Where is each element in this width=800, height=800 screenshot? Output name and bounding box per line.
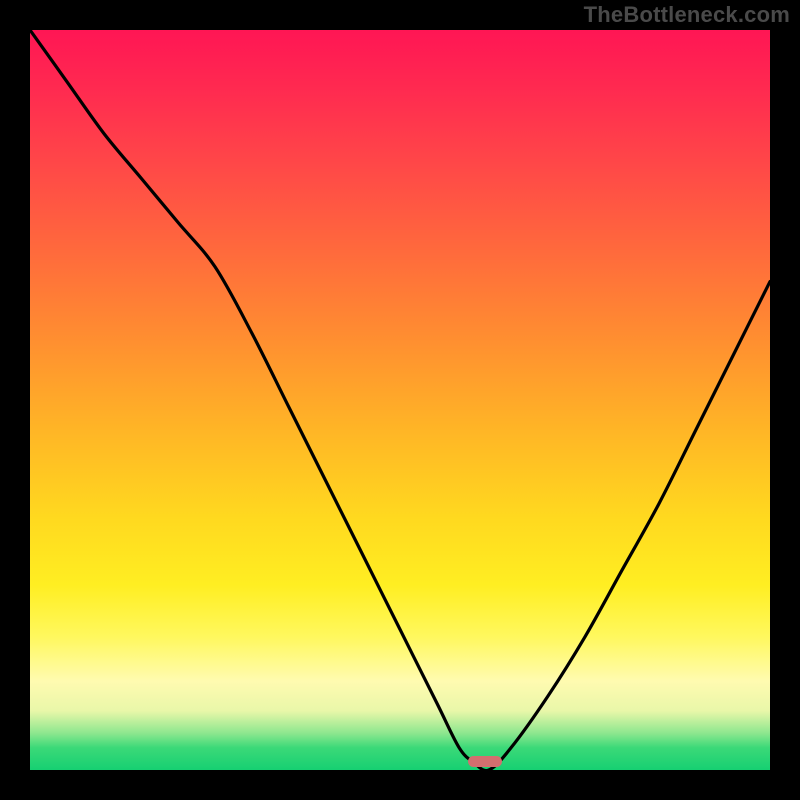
plot-area bbox=[30, 30, 770, 770]
chart-container: TheBottleneck.com bbox=[0, 0, 800, 800]
bottleneck-curve bbox=[30, 30, 770, 770]
watermark-text: TheBottleneck.com bbox=[584, 2, 790, 28]
curve-path bbox=[30, 30, 770, 770]
